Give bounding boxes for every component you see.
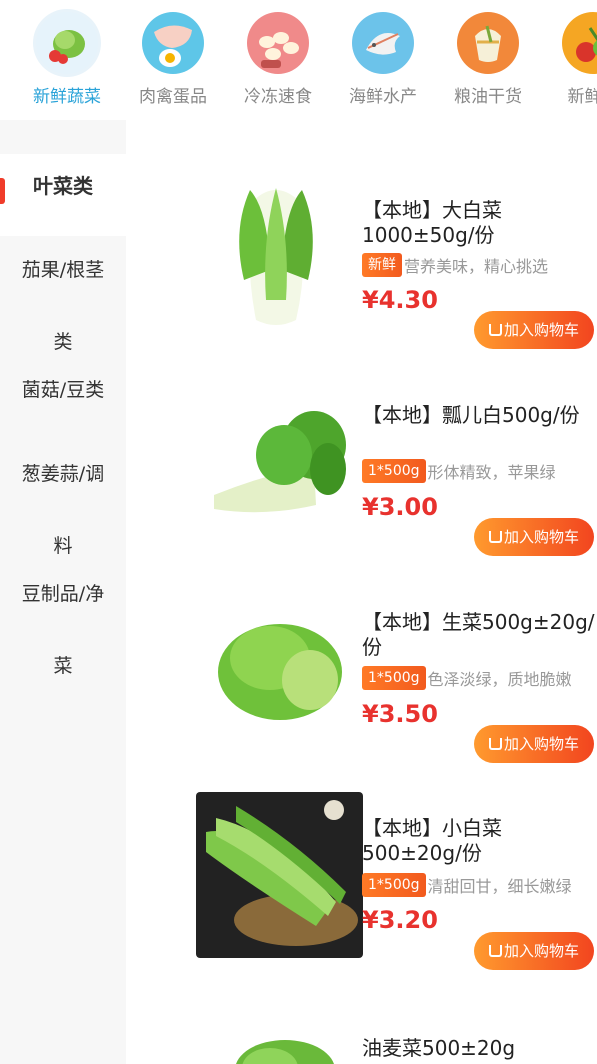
baby-cabbage-image [196,792,363,962]
grain-oil-icon [457,12,519,74]
product-desc: 形体精致，苹果绿 [427,463,556,482]
seafood-icon [352,12,414,74]
product-title: 【本地】瓢儿白500g/份 [362,403,580,427]
sidebar-item-mushroom-beans[interactable]: 菌菇/豆类 [0,378,126,402]
product-title: 【本地】小白菜500±20g/份 [362,816,502,865]
cart-icon [488,945,502,957]
product-desc: 营养美味，精心挑选 [404,257,549,276]
category-grain-oil[interactable]: 粮油干货 [443,12,533,107]
category-label: 新鲜水 [567,87,597,107]
product-card[interactable]: 【本地】大白菜1000±50g/份 新鲜 营养美味，精心挑选 ¥4.30 加入购物… [126,180,597,355]
product-tag: 新鲜 [362,253,402,277]
napa-cabbage-image [226,180,326,334]
sidebar-item-label-line2: 菜 [53,655,73,677]
sidebar-item-label-line2: 料 [53,535,73,557]
sidebar-item-label-line1: 葱姜蒜/调 [21,463,105,485]
category-seafood[interactable]: 海鲜水产 [338,12,428,107]
product-tag: 1*500g [362,666,426,690]
product-price: ¥4.30 [362,286,438,314]
category-label: 海鲜水产 [349,87,417,107]
sidebar-item-label: 叶菜类 [33,174,93,198]
lettuce-image [214,608,348,732]
product-title: 油麦菜500±20g [362,1036,516,1060]
product-tag: 1*500g [362,873,426,897]
category-bar: 新鲜蔬菜 肉禽蛋品 冷冻速食 海鲜水产 粮油干货 新鲜 [0,0,597,120]
product-price: ¥3.00 [362,493,438,521]
add-to-cart-button[interactable]: 加入购物车 [474,311,594,349]
product-price: ¥3.50 [362,700,438,728]
product-tag: 1*500g [362,459,426,483]
category-label: 肉禽蛋品 [139,87,207,107]
category-frozen-food[interactable]: 冷冻速食 [233,12,323,107]
product-desc: 色泽淡绿，质地脆嫩 [427,670,572,689]
category-label: 粮油干货 [454,87,522,107]
frozen-food-icon [247,12,309,74]
category-label: 新鲜蔬菜 [33,87,101,107]
sidebar-item-fruit-root[interactable]: 茄果/根茎 类 [0,258,126,354]
cart-icon [488,531,502,543]
product-title: 【本地】大白菜1000±50g/份 [362,198,502,247]
sidebar-item-tofu-clean-veg[interactable]: 豆制品/净 菜 [0,582,126,678]
add-to-cart-label: 加入购物车 [503,528,579,546]
product-card[interactable]: 油麦菜500±20g [126,1020,597,1064]
fruit-icon [562,12,597,74]
product-card[interactable]: 【本地】生菜500g±20g/份 1*500g 色泽淡绿，质地脆嫩 ¥3.50 加… [126,602,597,777]
product-title: 【本地】生菜500g±20g/份 [362,610,595,659]
sidebar-item-seasoning[interactable]: 葱姜蒜/调 料 [0,462,126,558]
product-tag-row: 新鲜 营养美味，精心挑选 [362,253,597,277]
cart-icon [488,324,502,336]
sidebar-item-label-line2: 类 [53,331,73,353]
product-price: ¥3.20 [362,906,438,934]
active-indicator [0,178,5,204]
product-card[interactable]: 【本地】瓢儿白500g/份 1*500g 形体精致，苹果绿 ¥3.00 加入购物车 [126,395,597,570]
product-desc: 清甜回甘，细长嫩绿 [427,877,572,896]
cart-icon [488,738,502,750]
add-to-cart-label: 加入购物车 [503,735,579,753]
category-meat-eggs[interactable]: 肉禽蛋品 [128,12,218,107]
add-to-cart-button[interactable]: 加入购物车 [474,932,594,970]
product-tag-row: 1*500g 色泽淡绿，质地脆嫩 [362,666,597,690]
category-fresh-vegetables[interactable]: 新鲜蔬菜 [22,12,112,107]
romaine-image [230,1030,340,1064]
sidebar-item-label-line1: 豆制品/净 [21,583,105,605]
meat-egg-icon [142,12,204,74]
product-tag-row: 1*500g 形体精致，苹果绿 [362,459,597,483]
sidebar-item-label-line1: 茄果/根茎 [21,259,105,281]
vegetable-icon [36,12,98,74]
product-card[interactable]: 【本地】小白菜500±20g/份 1*500g 清甜回甘，细长嫩绿 ¥3.20 加… [126,792,597,977]
bok-choy-image [204,405,354,529]
add-to-cart-label: 加入购物车 [503,321,579,339]
product-tag-row: 1*500g 清甜回甘，细长嫩绿 [362,873,597,897]
sidebar-item-leafy-vegetables[interactable]: 叶菜类 [0,154,126,236]
add-to-cart-button[interactable]: 加入购物车 [474,725,594,763]
sidebar: 叶菜类 茄果/根茎 类 菌菇/豆类 葱姜蒜/调 料 豆制品/净 菜 [0,120,126,1064]
add-to-cart-button[interactable]: 加入购物车 [474,518,594,556]
category-fresh-fruit[interactable]: 新鲜水 [548,12,597,107]
category-label: 冷冻速食 [244,87,312,107]
add-to-cart-label: 加入购物车 [503,942,579,960]
sidebar-item-label: 菌菇/豆类 [21,379,105,401]
